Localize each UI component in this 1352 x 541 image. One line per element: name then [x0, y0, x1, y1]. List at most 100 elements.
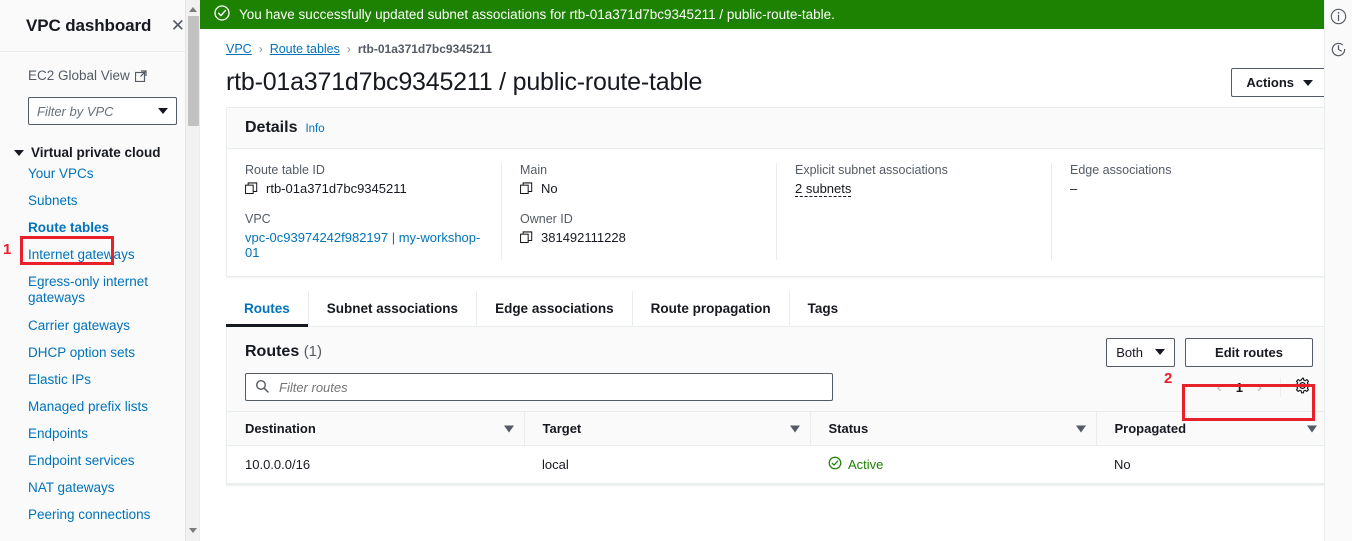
pagination-divider: [1280, 377, 1281, 397]
detail-value-subnets[interactable]: 2 subnets: [795, 181, 852, 197]
sort-icon[interactable]: [503, 425, 514, 432]
details-column: Edge associations –: [1052, 163, 1327, 260]
flash-message-wrap: You have successfully updated subnet ass…: [214, 5, 1317, 24]
details-column: Main No Owner ID 381492111228: [502, 163, 777, 260]
page-title: rtb-01a371d7bc9345211 / public-route-tab…: [226, 68, 703, 96]
column-header-status[interactable]: Status: [810, 412, 1097, 446]
gear-icon[interactable]: [1292, 377, 1313, 397]
sidebar-item-elastic-ips[interactable]: Elastic IPs: [0, 366, 199, 393]
chevron-down-icon: [1303, 79, 1313, 86]
sidebar-item-your-vpcs[interactable]: Your VPCs: [0, 160, 199, 187]
copy-icon[interactable]: [520, 231, 533, 247]
tab-tags[interactable]: Tags: [790, 291, 857, 326]
tab-label: Subnet associations: [326, 301, 459, 316]
sidebar-group-virtual-private-cloud[interactable]: Virtual private cloud: [0, 145, 199, 160]
annotation-marker-1: 1: [3, 241, 12, 258]
sidebar-item-nat-gateways[interactable]: NAT gateways: [0, 474, 199, 501]
scrollbar-thumb[interactable]: [188, 16, 199, 126]
sidebar-item-label: Internet gateways: [28, 246, 135, 262]
sidebar-item-carrier-gateways[interactable]: Carrier gateways: [0, 312, 199, 339]
detail-value-link-vpc[interactable]: vpc-0c93974242f982197 | my-workshop-01: [245, 230, 483, 260]
routes-title-text: Routes: [245, 343, 300, 360]
sidebar-item-route-tables[interactable]: Route tables: [0, 214, 199, 241]
sidebar-item-peering-connections[interactable]: Peering connections: [0, 501, 199, 528]
copy-icon[interactable]: [245, 182, 258, 198]
detail-label: Route table ID: [245, 163, 325, 177]
detail-value: –: [1070, 181, 1078, 196]
sidebar-scrollbar[interactable]: [185, 0, 199, 541]
sidebar-item-managed-prefix-lists[interactable]: Managed prefix lists: [0, 393, 199, 420]
sidebar-item-label: Route tables: [28, 219, 110, 235]
routes-table-body: 10.0.0.0/16 local Active No: [227, 445, 1327, 484]
routes-table-head: Destination Target Status Propagated: [227, 412, 1327, 446]
breadcrumb: VPC › Route tables › rtb-01a371d7bc93452…: [226, 29, 1328, 56]
search-icon: [255, 379, 269, 396]
vpc-sidebar: VPC dashboard ✕ EC2 Global View Filter b…: [0, 0, 200, 541]
search-input[interactable]: [277, 378, 823, 396]
sort-icon[interactable]: [1307, 425, 1317, 432]
table-row[interactable]: 10.0.0.0/16 local Active No: [227, 445, 1327, 484]
scroll-down-icon[interactable]: [186, 523, 199, 537]
main-content: You have successfully updated subnet ass…: [200, 0, 1352, 541]
sidebar-item-endpoints[interactable]: Endpoints: [0, 420, 199, 447]
pagination-prev-icon[interactable]: ‹: [1210, 379, 1229, 396]
detail-value: rtb-01a371d7bc9345211: [266, 181, 407, 196]
column-header-target[interactable]: Target: [524, 412, 811, 446]
tab-route-propagation[interactable]: Route propagation: [633, 291, 790, 326]
vpc-filter-placeholder-text: Filter by VPC: [37, 103, 114, 119]
sidebar-item-endpoint-services[interactable]: Endpoint services: [0, 447, 199, 474]
sidebar-item-subnets[interactable]: Subnets: [0, 187, 199, 214]
info-icon[interactable]: [1325, 0, 1352, 33]
sidebar-body: EC2 Global View Filter by VPC Virtual pr…: [0, 52, 199, 528]
detail-tabs: Routes Subnet associations Edge associat…: [226, 291, 1328, 327]
detail-value-row: 2 subnets: [795, 181, 1033, 197]
detail-value-row: 381492111228: [520, 230, 758, 247]
sidebar-item-dhcp-option-sets[interactable]: DHCP option sets: [0, 339, 199, 366]
details-column: Explicit subnet associations 2 subnets: [777, 163, 1052, 260]
close-icon[interactable]: ✕: [171, 17, 185, 34]
tab-subnet-associations[interactable]: Subnet associations: [309, 291, 478, 326]
breadcrumb-item-current: rtb-01a371d7bc9345211: [357, 42, 492, 56]
filter-routes-field[interactable]: [245, 373, 833, 401]
sidebar-item-label: Managed prefix lists: [28, 398, 149, 414]
detail-value-row: –: [1070, 181, 1309, 196]
detail-value: 381492111228: [541, 230, 626, 245]
cell-propagated: No: [1096, 445, 1327, 484]
success-check-icon: [214, 5, 230, 24]
column-header-propagated[interactable]: Propagated: [1096, 412, 1327, 446]
sidebar-item-internet-gateways[interactable]: Internet gateways: [0, 241, 199, 268]
scroll-up-icon[interactable]: [186, 2, 199, 16]
detail-value-row: No: [520, 181, 758, 198]
breadcrumb-item-vpc[interactable]: VPC: [226, 42, 252, 56]
pagination: ‹ 1 ›: [1210, 377, 1313, 397]
breadcrumb-item-route-tables[interactable]: Route tables: [270, 42, 340, 56]
tab-label: Route propagation: [650, 301, 771, 316]
tab-label: Tags: [807, 301, 839, 316]
sort-icon[interactable]: [789, 425, 800, 432]
edit-routes-button[interactable]: Edit routes: [1185, 337, 1313, 367]
actions-button[interactable]: Actions: [1231, 68, 1328, 97]
history-icon[interactable]: [1325, 33, 1352, 66]
column-header-label: Target: [542, 421, 582, 436]
detail-value: No: [541, 181, 558, 196]
column-header-destination[interactable]: Destination: [227, 412, 525, 446]
routes-table: Destination Target Status Propagated 10.…: [227, 412, 1327, 484]
detail-field-edge-associations: Edge associations –: [1070, 163, 1309, 196]
details-info-link[interactable]: Info: [305, 123, 324, 135]
route-filter-select[interactable]: Both: [1106, 337, 1175, 367]
routes-card: Routes (1) Both Edit routes Filter route…: [226, 327, 1328, 485]
details-grid: Route table ID rtb-01a371d7bc9345211 VPC…: [227, 149, 1327, 276]
routes-toolbar-actions: Both Edit routes: [1106, 337, 1313, 367]
tab-routes[interactable]: Routes: [226, 291, 309, 327]
pagination-next-icon[interactable]: ›: [1250, 379, 1269, 396]
sidebar-item-ec2-global-view[interactable]: EC2 Global View: [0, 68, 199, 83]
sort-icon[interactable]: [1075, 425, 1086, 432]
vpc-filter-select[interactable]: Filter by VPC: [28, 97, 177, 125]
detail-field-main: Main No: [520, 163, 758, 198]
pagination-page-number[interactable]: 1: [1233, 380, 1246, 395]
sidebar-ec2-global-view-label: EC2 Global View: [28, 68, 130, 83]
tab-edge-associations[interactable]: Edge associations: [477, 291, 633, 326]
sidebar-title: VPC dashboard: [26, 15, 152, 35]
sidebar-item-egress-only-internet-gateways[interactable]: Egress-only internet gateways: [0, 268, 199, 312]
copy-icon[interactable]: [520, 182, 533, 198]
